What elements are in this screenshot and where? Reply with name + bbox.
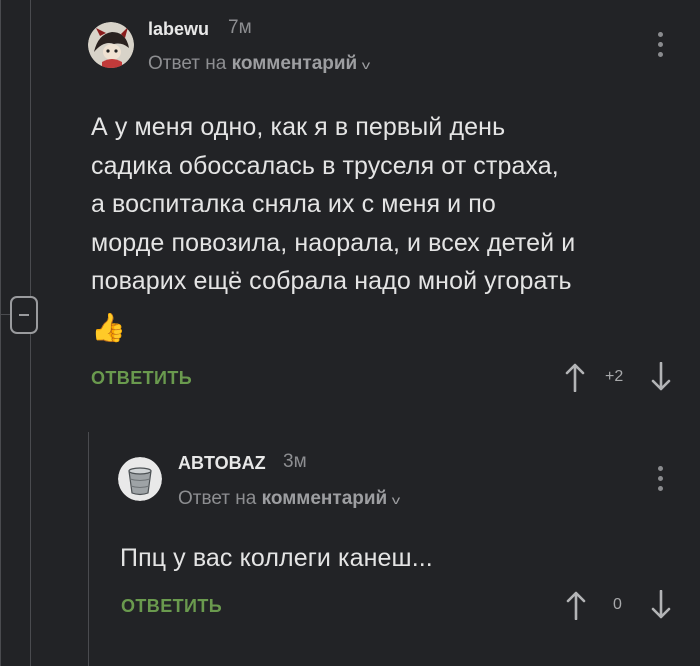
arrow-down-icon[interactable] [651,589,671,625]
comment-line: морде повозила, наорала, и всех детей и [91,228,576,257]
username[interactable]: labewu [148,19,209,40]
comment-body: Ппц у вас коллеги канеш... [120,539,433,578]
thread-line-level1-top [30,0,31,296]
arrow-down-icon[interactable] [651,361,671,397]
reply-to-target: комментарий [231,53,358,74]
thread-line-level2 [88,432,89,666]
chevron-down-icon: v [392,493,401,507]
comment-line: поварих ещё собрала надо мной угорать [91,267,572,295]
timestamp: 3м [283,451,307,472]
reply-button[interactable]: ОТВЕТИТЬ [91,368,192,389]
timestamp: 7м [228,17,252,38]
more-options-icon[interactable] [658,466,664,496]
avatar[interactable] [118,457,162,501]
arrow-up-icon[interactable] [565,362,585,397]
vote-score: 0 [613,596,622,613]
thread-connector [0,314,10,315]
comment-line: садика обоссалась в труселя от страха, [91,151,559,180]
comment-line: Ппц у вас коллеги канеш... [120,544,433,572]
reply-to-link[interactable]: Ответ на комментарий v [148,53,371,75]
thread-line-level1-bottom [30,334,31,666]
chevron-down-icon: v [362,58,371,72]
comment-line: а воспиталка сняла их с меня и по [91,190,496,218]
arrow-up-icon[interactable] [566,590,586,625]
thumbs-up-emoji: 👍 [91,312,126,343]
reply-to-prefix: Ответ на [148,53,227,74]
reply-button[interactable]: ОТВЕТИТЬ [121,596,222,617]
thread-line-outer [0,0,1,666]
comment-body: А у меня одно, как я в первый день садик… [91,108,575,301]
avatar[interactable] [88,22,134,68]
reply-to-prefix: Ответ на [178,488,257,509]
collapse-thread-button[interactable] [10,296,38,334]
comment-line: А у меня одно, как я в первый день [91,113,506,141]
reply-to-target: комментарий [261,488,388,509]
vote-score: +2 [605,368,624,385]
username[interactable]: ABTOBAZ [178,453,266,474]
reply-to-link[interactable]: Ответ на комментарий v [178,488,401,510]
more-options-icon[interactable] [658,32,664,62]
